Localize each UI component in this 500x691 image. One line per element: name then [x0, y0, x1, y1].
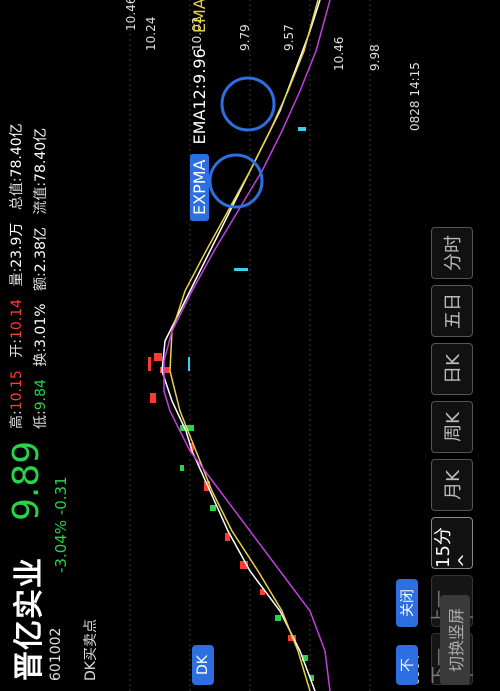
- kline-svg: [129, 0, 371, 691]
- close-button[interactable]: 关闭: [396, 579, 418, 627]
- lower-y-label-1: 9.98: [368, 44, 382, 71]
- lower-y-label-0: 10.46: [332, 36, 346, 71]
- purple-line: [163, 0, 331, 691]
- amount-label: 额:: [33, 272, 49, 291]
- y-label-4: 9.57: [282, 24, 296, 51]
- dk-button[interactable]: DK: [192, 645, 214, 685]
- period-dayk[interactable]: 日K: [431, 343, 473, 395]
- ema12-line: [161, 0, 321, 691]
- period-intraday[interactable]: 分时: [431, 227, 473, 279]
- expma-legend: EXPMA EMA12:9.96 EMA50:9.96: [190, 0, 209, 221]
- open-value: 10.14: [9, 298, 25, 340]
- low-label: 低:: [33, 410, 49, 429]
- high-value: 10.15: [9, 370, 25, 411]
- stock-change: -3.04% -0.31: [52, 476, 70, 573]
- volume-label: 量:: [9, 267, 25, 287]
- ema12-value: EMA12:9.96: [190, 48, 209, 145]
- grid: [129, 0, 371, 691]
- landscape-stage: 晋亿实业 9.89 601002 -3.04% -0.31 DK买卖点 高:10…: [0, 0, 500, 691]
- stats-panel: 高:10.15 开:10.14 量:23.9万 总值:78.40亿 低:9.84…: [0, 0, 105, 441]
- turnover-value: 3.01%: [33, 303, 49, 348]
- expma-tag[interactable]: EXPMA: [190, 153, 209, 221]
- time-start-label: 0828 14:15: [408, 62, 422, 131]
- ema50-value: EMA50:9.96: [190, 0, 209, 33]
- y-label-1: 10.24: [144, 16, 158, 51]
- total-value-label: 总值:: [9, 177, 25, 211]
- y-label-3: 9.79: [238, 24, 252, 51]
- dk-signal-label: DK买卖点: [83, 619, 99, 681]
- stock-name: 晋亿实业: [12, 557, 47, 681]
- switch-orientation-button[interactable]: 切换竖屏: [440, 595, 470, 685]
- total-value: 78.40亿: [9, 123, 25, 178]
- kline-chart[interactable]: 10.46 10.24 10.02 9.79 9.57 10.46 9.98: [110, 0, 410, 691]
- amount-value: 2.38亿: [33, 227, 49, 273]
- stock-code: 601002: [48, 627, 64, 681]
- cut-button[interactable]: 不: [396, 645, 418, 685]
- stock-header: 晋亿实业 9.89 601002 -3.04% -0.31 DK买卖点 高:10…: [0, 0, 105, 691]
- stats-row-2: 低:9.84 换:3.01% 额:2.38亿 流值:78.40亿: [30, 128, 50, 429]
- high-label: 高:: [9, 410, 25, 429]
- period-5day[interactable]: 五日: [431, 285, 473, 337]
- float-value-label: 流值:: [33, 181, 49, 215]
- float-value: 78.40亿: [33, 127, 49, 182]
- period-15min[interactable]: 15分^: [431, 517, 476, 569]
- stats-row-1: 高:10.15 开:10.14 量:23.9万 总值:78.40亿: [6, 123, 26, 429]
- period-buttons: 下一个 上一个 15分^ 月K 周K 日K 五日 分时: [425, 0, 500, 691]
- y-label-0: 10.46: [124, 0, 138, 31]
- turnover-label: 换:: [33, 347, 49, 367]
- open-label: 开:: [9, 339, 25, 358]
- low-value: 9.84: [33, 379, 49, 411]
- marker-circle-1: [220, 76, 276, 132]
- volume-value: 23.9万: [9, 222, 25, 268]
- period-monthk[interactable]: 月K: [431, 459, 473, 511]
- period-weekk[interactable]: 周K: [431, 401, 473, 453]
- screen: 晋亿实业 9.89 601002 -3.04% -0.31 DK买卖点 高:10…: [0, 0, 500, 691]
- stock-price: 9.89: [6, 440, 47, 521]
